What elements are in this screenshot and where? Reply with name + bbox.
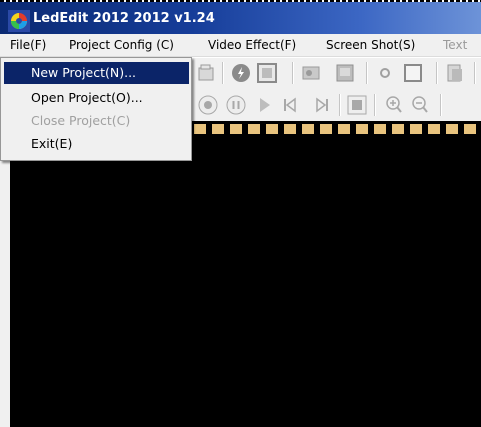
menu-item-label: Exit(E) xyxy=(31,136,73,151)
film-frame xyxy=(230,124,242,134)
film-frame xyxy=(248,124,260,134)
toolbar-separator xyxy=(366,62,367,84)
toolbar-separator xyxy=(436,62,437,84)
toolbar-separator xyxy=(474,62,475,84)
next-icon[interactable] xyxy=(311,94,333,116)
menu-item-label: Open Project(O)... xyxy=(31,90,143,105)
paste-icon[interactable] xyxy=(444,62,466,84)
film-frame xyxy=(428,124,440,134)
film-frame xyxy=(338,124,350,134)
film-frame xyxy=(194,124,206,134)
app-logo-icon[interactable] xyxy=(8,10,30,32)
zoom-out-icon[interactable] xyxy=(409,94,431,116)
menu-item-new-project[interactable]: New Project(N)... xyxy=(4,62,189,84)
square-icon[interactable] xyxy=(402,62,424,84)
play-icon[interactable] xyxy=(253,94,275,116)
flash-icon[interactable] xyxy=(230,62,252,84)
zoom-in-icon[interactable] xyxy=(383,94,405,116)
film-frame xyxy=(212,124,224,134)
record-icon[interactable] xyxy=(197,94,219,116)
folder-icon[interactable] xyxy=(196,62,218,84)
toolbar-separator xyxy=(440,94,441,116)
film-frame xyxy=(446,124,458,134)
film-frame xyxy=(320,124,332,134)
film-frame xyxy=(410,124,422,134)
film-frame xyxy=(284,124,296,134)
timeline-film-strip[interactable] xyxy=(190,121,481,137)
left-margin xyxy=(0,121,10,427)
toolbar-separator xyxy=(339,94,340,116)
menu-item-exit[interactable]: Exit(E) xyxy=(4,133,189,155)
menu-video-effect[interactable]: Video Effect(F) xyxy=(208,38,296,52)
film-frame xyxy=(302,124,314,134)
menu-item-close-project: Close Project(C) xyxy=(4,110,189,132)
previous-icon[interactable] xyxy=(279,94,301,116)
pause-icon[interactable] xyxy=(225,94,247,116)
window-title: LedEdit 2012 2012 v1.24 xyxy=(33,11,215,26)
menu-item-open-project[interactable]: Open Project(O)... xyxy=(4,87,189,109)
menu-project-config[interactable]: Project Config (C) xyxy=(69,38,174,52)
menu-item-label: Close Project(C) xyxy=(31,113,131,128)
title-bar[interactable]: LedEdit 2012 2012 v1.24 xyxy=(0,2,481,34)
menu-screen-shot[interactable]: Screen Shot(S) xyxy=(326,38,415,52)
menu-bar: File(F) Project Config (C) Video Effect(… xyxy=(0,34,481,57)
dot-icon[interactable] xyxy=(374,62,396,84)
file-menu-dropdown: New Project(N)... Open Project(O)... Clo… xyxy=(0,57,192,161)
stop-icon[interactable] xyxy=(346,94,368,116)
menu-item-label: New Project(N)... xyxy=(31,65,137,80)
film-frame xyxy=(356,124,368,134)
toolbar-separator xyxy=(292,62,293,84)
film-frame xyxy=(392,124,404,134)
film-frame xyxy=(374,124,386,134)
picture-icon[interactable] xyxy=(334,62,356,84)
led-preview-canvas[interactable] xyxy=(10,137,481,427)
toolbar-separator xyxy=(374,94,375,116)
menu-text[interactable]: Text xyxy=(443,38,467,52)
image-icon[interactable] xyxy=(300,62,322,84)
rectangle-icon[interactable] xyxy=(256,62,278,84)
film-frame xyxy=(464,124,476,134)
film-frame xyxy=(266,124,278,134)
menu-file[interactable]: File(F) xyxy=(10,38,46,52)
toolbar-separator xyxy=(222,62,223,84)
